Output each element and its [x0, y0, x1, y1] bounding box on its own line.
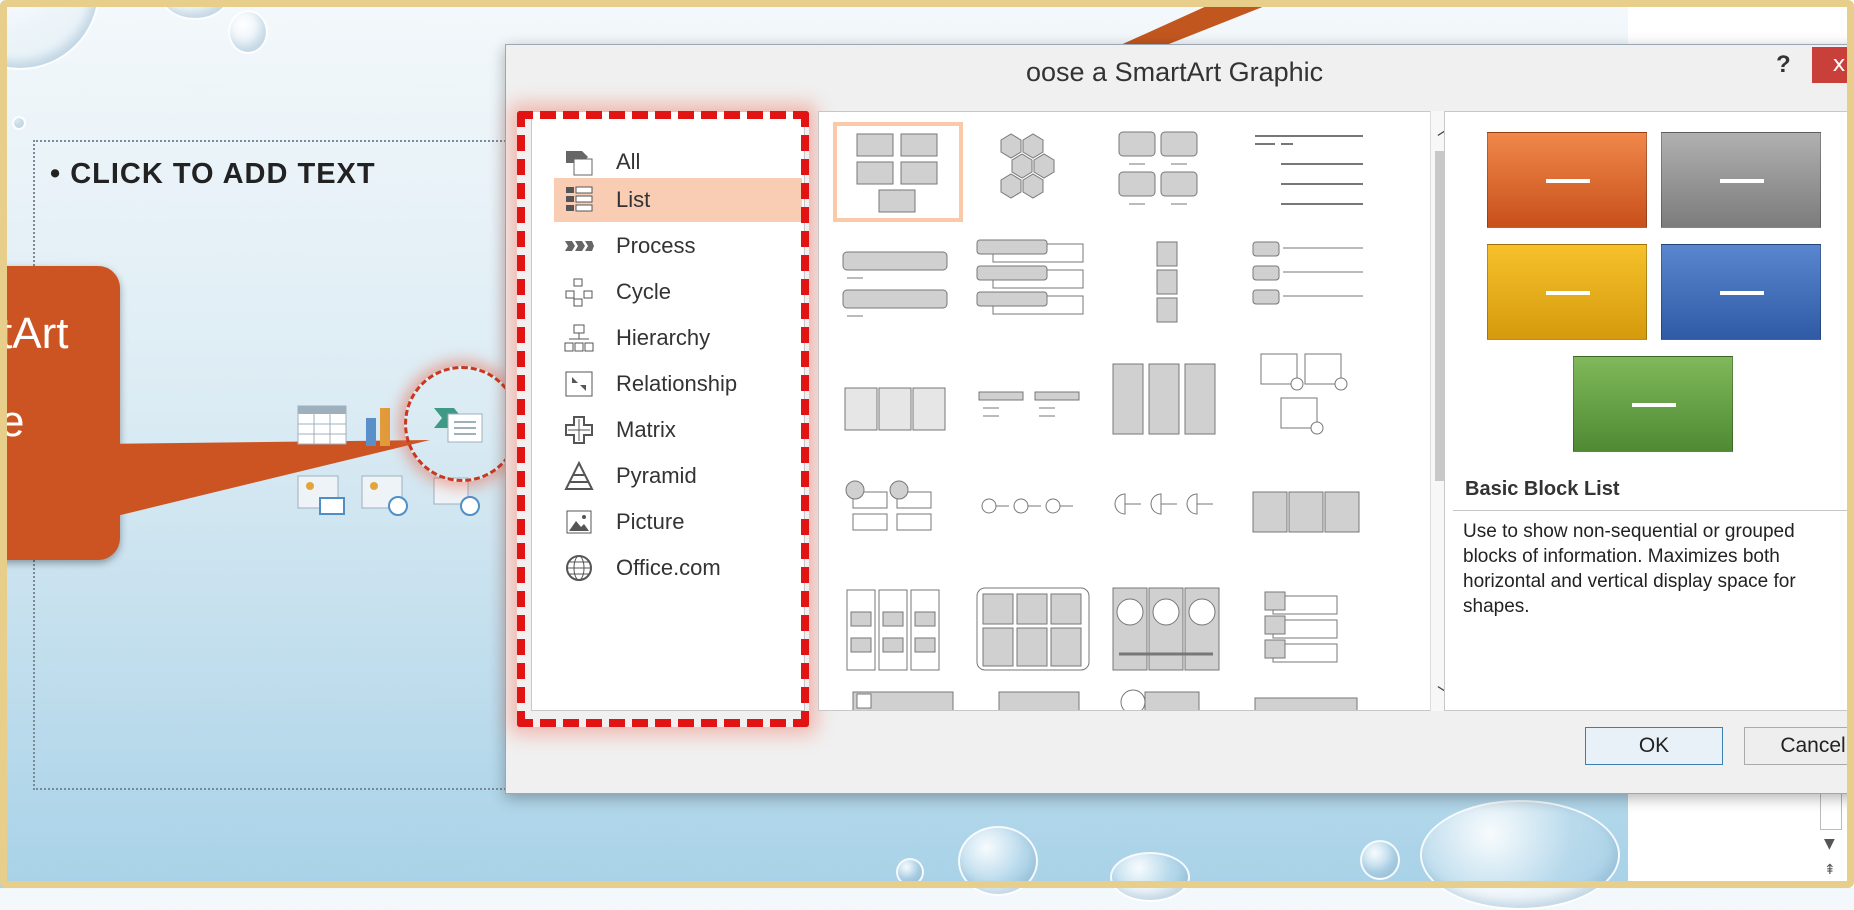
online-pictures-icon[interactable] — [360, 472, 412, 516]
close-button[interactable]: x — [1812, 47, 1854, 83]
pane-scrollbar[interactable] — [1820, 790, 1842, 830]
bubble-decoration — [958, 826, 1038, 896]
bubble-decoration — [12, 116, 26, 130]
preview-description: Use to show non-sequential or grouped bl… — [1453, 510, 1853, 710]
layout-lined-list[interactable] — [1245, 126, 1375, 226]
cancel-button[interactable]: Cancel — [1744, 727, 1854, 765]
bubble-decoration — [0, 0, 100, 70]
layout-vertical-block-list[interactable] — [1105, 236, 1235, 336]
callout-line-1: tArt — [0, 309, 69, 358]
layout-pictured-list[interactable] — [1245, 582, 1375, 682]
callout-text: tArt e — [0, 290, 68, 466]
preview-block-blue — [1661, 244, 1821, 340]
bubble-decoration — [1360, 840, 1400, 880]
preview-block-gray — [1661, 132, 1821, 228]
scroll-down-arrow-icon[interactable]: ▼ — [1824, 836, 1835, 852]
layout-circle-list[interactable] — [833, 474, 963, 574]
layout-bubble-list[interactable] — [1105, 582, 1235, 682]
preview-block-green — [1573, 356, 1733, 452]
layout-horizontal-bullet-list[interactable] — [1245, 236, 1375, 336]
bubble-decoration — [1420, 800, 1620, 910]
table-icon[interactable] — [296, 404, 348, 448]
layout-preview: Basic Block List Use to show non-sequent… — [1444, 111, 1854, 711]
layout-bullet-line-list[interactable] — [969, 474, 1099, 574]
help-button[interactable]: ? — [1776, 51, 1791, 79]
preview-title: Basic Block List — [1465, 478, 1620, 500]
bubble-decoration — [228, 10, 268, 54]
layout-hexagon-list[interactable] — [969, 126, 1099, 226]
layout-gallery — [818, 111, 1438, 711]
preview-block-gold — [1487, 244, 1647, 340]
layout-vertical-accent-list[interactable] — [833, 582, 963, 682]
layout-row-partial-1[interactable] — [833, 686, 963, 710]
layout-table-list[interactable] — [833, 360, 963, 460]
layout-basic-block-list[interactable] — [833, 122, 963, 222]
layout-vertical-bullet-list[interactable] — [833, 240, 963, 340]
dialog-title: oose a SmartArt Graphic — [1026, 57, 1324, 87]
smartart-dialog: oose a SmartArt Graphic ? x All List Pro… — [505, 44, 1854, 794]
scroll-top-arrow-icon[interactable]: ⇞ — [1824, 862, 1836, 878]
layout-stacked-list[interactable] — [969, 360, 1099, 460]
preview-block-orange — [1487, 132, 1647, 228]
layout-grouped-list[interactable] — [1105, 126, 1235, 226]
callout-line-2: e — [0, 397, 25, 446]
pictures-icon[interactable] — [296, 472, 348, 516]
placeholder-text[interactable]: • CLICK TO ADD TEXT — [50, 158, 376, 191]
bubble-decoration — [1110, 852, 1190, 902]
top-callout-shape — [1410, 0, 1830, 4]
layout-picture-caption-list[interactable] — [1245, 348, 1375, 448]
bubble-decoration — [160, 0, 230, 20]
layout-segmented-list[interactable] — [1245, 474, 1375, 574]
layout-vertical-box-list[interactable] — [969, 236, 1099, 336]
layout-half-circle-list[interactable] — [1105, 474, 1235, 574]
layout-row-partial-2[interactable] — [969, 686, 1099, 710]
layout-grouped-block-list[interactable] — [969, 582, 1099, 682]
layout-row-partial-3[interactable] — [1105, 686, 1235, 710]
highlight-circle — [404, 366, 520, 482]
bubble-decoration — [896, 858, 924, 886]
layout-tab-list[interactable] — [1105, 348, 1235, 448]
layout-row-partial-4[interactable] — [1245, 686, 1375, 710]
category-highlight-box — [517, 111, 809, 727]
ok-button[interactable]: OK — [1585, 727, 1723, 765]
